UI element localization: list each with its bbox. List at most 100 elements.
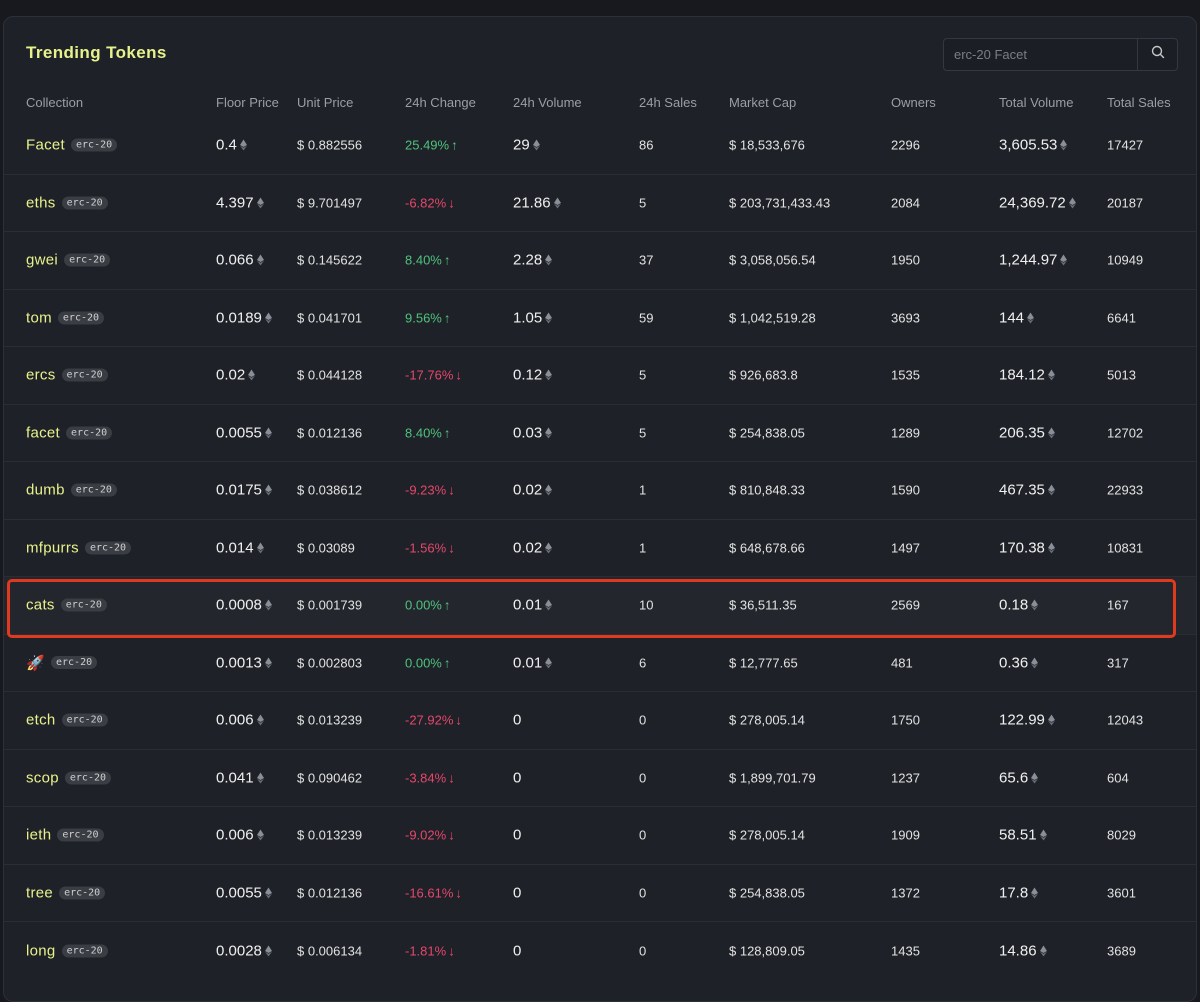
collection-cell[interactable]: gwei erc-20 — [26, 252, 111, 269]
floor-price: 4.397 — [216, 194, 254, 212]
table-row[interactable]: facet erc-20 0.0055 $ 0.012136 8.40% ↑ 0.03 5 $ … — [4, 405, 1196, 462]
table-row[interactable]: Facet erc-20 0.4 $ 0.882556 25.49% ↑ 29 86 $ 18,… — [4, 117, 1196, 175]
collection-name[interactable]: scop — [26, 769, 59, 786]
total-volume-value: 467.35 — [999, 481, 1045, 499]
total-volume-value: 58.51 — [999, 826, 1037, 844]
collection-name[interactable]: mfpurrs — [26, 539, 79, 556]
erc20-badge: erc-20 — [64, 253, 111, 267]
total-sales-value: 6641 — [1107, 310, 1136, 326]
table-row[interactable]: long erc-20 0.0028 $ 0.006134 -1.81% ↓ 0 0 $ 128… — [4, 922, 1196, 980]
collection-name[interactable]: long — [26, 942, 56, 959]
collection-name[interactable]: tom — [26, 309, 52, 326]
collection-cell[interactable]: tom erc-20 — [26, 309, 105, 326]
col-market-cap[interactable]: Market Cap — [729, 95, 796, 110]
erc20-badge: erc-20 — [70, 483, 117, 497]
total-volume-cell: 17.8 — [999, 884, 1039, 901]
table-row[interactable]: cats erc-20 0.0008 $ 0.001739 0.00% ↑ 0.01 10 $ … — [4, 577, 1196, 635]
table-row[interactable]: ercs erc-20 0.02 $ 0.044128 -17.76% ↓ 0.12 5 $ 9… — [4, 347, 1196, 405]
table-row[interactable]: dumb erc-20 0.0175 $ 0.038612 -9.23% ↓ 0.02 1 $ … — [4, 462, 1196, 520]
floor-price: 0.006 — [216, 711, 254, 729]
col-floor-price[interactable]: Floor Price — [216, 95, 279, 110]
table-row[interactable]: mfpurrs erc-20 0.014 $ 0.03089 -1.56% ↓ 0.02 1 $… — [4, 520, 1196, 577]
sales-value: 0 — [639, 712, 647, 728]
volume-cell: 0.03 — [513, 424, 553, 441]
eth-icon — [256, 197, 264, 209]
owners-value: 1372 — [891, 885, 920, 901]
collection-name[interactable]: cats — [26, 597, 55, 614]
total-volume-cell: 58.51 — [999, 827, 1047, 844]
owners-value: 1750 — [891, 712, 920, 728]
erc20-badge: erc-20 — [61, 196, 108, 210]
eth-icon — [1031, 657, 1039, 669]
sales-value: 86 — [639, 137, 654, 153]
arrow-down-icon: ↓ — [455, 367, 462, 383]
volume-value: 0 — [513, 884, 522, 902]
collection-cell[interactable]: etch erc-20 — [26, 712, 108, 729]
col-total-volume[interactable]: Total Volume — [999, 95, 1073, 110]
collection-name[interactable]: ieth — [26, 827, 51, 844]
trending-tokens-panel: Trending Tokens Collection Floor Price U… — [3, 16, 1197, 1002]
collection-name[interactable]: Facet — [26, 137, 65, 154]
table-row[interactable]: etch erc-20 0.006 $ 0.013239 -27.92% ↓ 0 0 $ 278… — [4, 692, 1196, 750]
collection-name[interactable]: facet — [26, 424, 60, 441]
table-row[interactable]: eths erc-20 4.397 $ 9.701497 -6.82% ↓ 21.86 5 $ … — [4, 175, 1196, 232]
volume-value: 0 — [513, 769, 522, 787]
eth-icon — [248, 369, 256, 381]
table-row[interactable]: gwei erc-20 0.066 $ 0.145622 8.40% ↑ 2.28 37 $ 3… — [4, 232, 1196, 290]
collection-name[interactable]: 🚀 — [26, 654, 45, 672]
floor-price: 0.0055 — [216, 884, 262, 902]
col-unit-price[interactable]: Unit Price — [297, 95, 353, 110]
total-sales-value: 3601 — [1107, 885, 1136, 901]
col-24h-change[interactable]: 24h Change — [405, 95, 476, 110]
volume-cell: 0.02 — [513, 539, 553, 556]
collection-cell[interactable]: long erc-20 — [26, 942, 108, 959]
col-collection[interactable]: Collection — [26, 95, 83, 110]
eth-icon — [1031, 887, 1039, 899]
collection-cell[interactable]: scop erc-20 — [26, 769, 112, 786]
collection-cell[interactable]: facet erc-20 — [26, 424, 113, 441]
change-value: -9.02% — [405, 827, 447, 843]
col-total-sales[interactable]: Total Sales — [1107, 95, 1171, 110]
table-row[interactable]: tom erc-20 0.0189 $ 0.041701 9.56% ↑ 1.05 59 $ 1… — [4, 290, 1196, 347]
total-volume-cell: 467.35 — [999, 482, 1055, 499]
search-button[interactable] — [1137, 39, 1177, 70]
collection-name[interactable]: etch — [26, 712, 56, 729]
market-cap-value: $ 254,838.05 — [729, 425, 805, 441]
collection-cell[interactable]: eths erc-20 — [26, 194, 108, 211]
table-header: Collection Floor Price Unit Price 24h Ch… — [4, 93, 1196, 115]
collection-name[interactable]: gwei — [26, 252, 58, 269]
floor-price: 0.0028 — [216, 942, 262, 960]
volume-value: 1.05 — [513, 309, 543, 327]
collection-cell[interactable]: ercs erc-20 — [26, 367, 108, 384]
collection-name[interactable]: ercs — [26, 367, 56, 384]
search-input[interactable] — [944, 39, 1137, 70]
collection-cell[interactable]: Facet erc-20 — [26, 137, 118, 154]
eth-icon — [1047, 542, 1055, 554]
owners-value: 1590 — [891, 482, 920, 498]
collection-cell[interactable]: tree erc-20 — [26, 884, 106, 901]
collection-name[interactable]: eths — [26, 194, 56, 211]
table-row[interactable]: ieth erc-20 0.006 $ 0.013239 -9.02% ↓ 0 0 $ 278,… — [4, 807, 1196, 865]
col-24h-volume[interactable]: 24h Volume — [513, 95, 582, 110]
collection-cell[interactable]: dumb erc-20 — [26, 482, 117, 499]
table-row[interactable]: 🚀 erc-20 0.0013 $ 0.002803 0.00% ↑ 0.01 6 $ 12,7… — [4, 635, 1196, 692]
collection-cell[interactable]: ieth erc-20 — [26, 827, 104, 844]
erc20-badge: erc-20 — [71, 138, 118, 152]
table-row[interactable]: tree erc-20 0.0055 $ 0.012136 -16.61% ↓ 0 0 $ 25… — [4, 865, 1196, 922]
col-owners[interactable]: Owners — [891, 95, 936, 110]
change-cell: 9.56% ↑ — [405, 310, 450, 325]
unit-price: $ 0.044128 — [297, 367, 363, 383]
change-value: -27.92% — [405, 712, 454, 728]
change-value: 0.00% — [405, 597, 442, 613]
owners-value: 2569 — [891, 597, 920, 613]
collection-cell[interactable]: 🚀 erc-20 — [26, 654, 98, 672]
collection-cell[interactable]: mfpurrs erc-20 — [26, 539, 132, 556]
collection-name[interactable]: tree — [26, 884, 53, 901]
col-24h-sales[interactable]: 24h Sales — [639, 95, 697, 110]
table-row[interactable]: scop erc-20 0.041 $ 0.090462 -3.84% ↓ 0 0 $ 1,89… — [4, 750, 1196, 807]
volume-cell: 21.86 — [513, 194, 561, 211]
collection-name[interactable]: dumb — [26, 482, 65, 499]
floor-price-cell: 0.006 — [216, 827, 264, 844]
page-title: Trending Tokens — [26, 43, 167, 62]
collection-cell[interactable]: cats erc-20 — [26, 597, 107, 614]
